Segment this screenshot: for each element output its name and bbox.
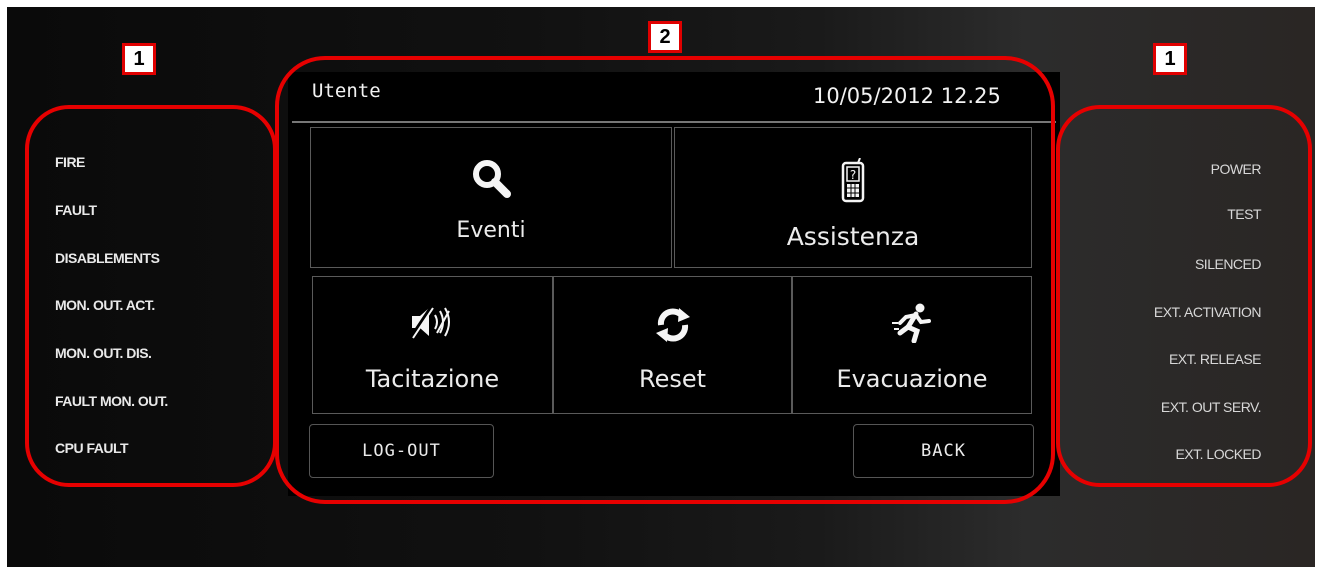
annotation-ring-left	[25, 105, 277, 487]
callout-left: 1	[122, 43, 156, 75]
callout-center: 2	[648, 21, 682, 53]
callout-right: 1	[1153, 43, 1187, 75]
annotation-ring-center	[275, 56, 1055, 504]
annotation-ring-right	[1056, 105, 1312, 487]
